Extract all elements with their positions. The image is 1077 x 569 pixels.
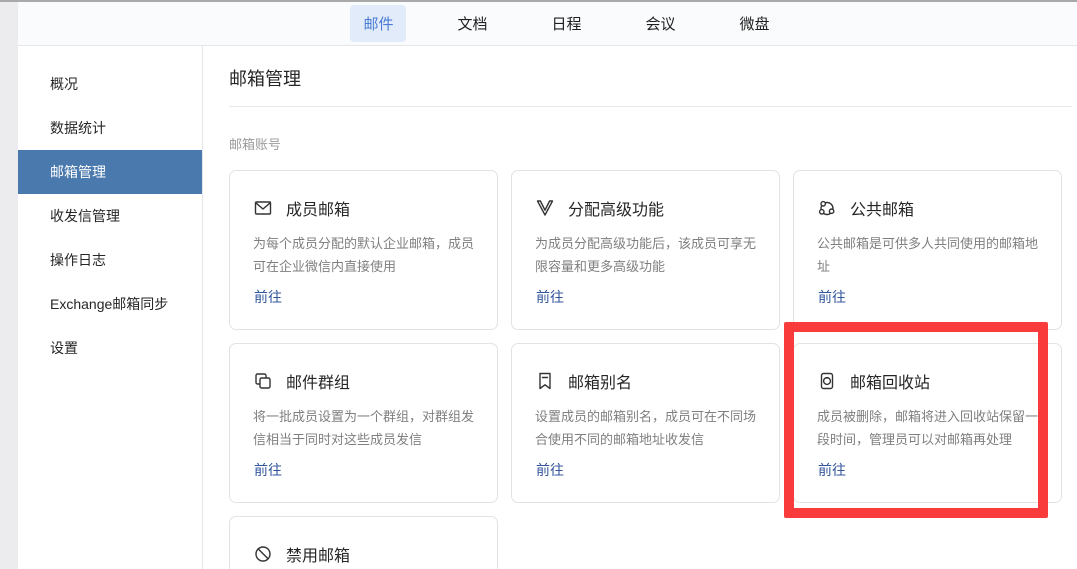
goto-link[interactable]: 前往 [254, 460, 282, 480]
top-navigation: 邮件 文档 日程 会议 微盘 [18, 2, 1077, 46]
card-description: 公共邮箱是可供多人共同使用的邮箱地址 [817, 233, 1038, 279]
sidebar: 概况 数据统计 邮箱管理 收发信管理 操作日志 Exchange邮箱同步 设置 [18, 46, 203, 569]
tab-meeting[interactable]: 会议 [633, 5, 689, 42]
card-description: 将一批成员设置为一个群组，对群组发信相当于同时对这些成员发信 [253, 406, 474, 452]
card-description: 设置成员的邮箱别名，成员可在不同场合使用不同的邮箱地址收发信 [535, 406, 756, 452]
card-mailbox-alias: 邮箱别名 设置成员的邮箱别名，成员可在不同场合使用不同的邮箱地址收发信 前往 [511, 343, 780, 503]
vip-icon [535, 198, 555, 218]
sidebar-item-exchange-sync[interactable]: Exchange邮箱同步 [18, 282, 202, 326]
card-member-mailbox: 成员邮箱 为每个成员分配的默认企业邮箱，成员可在企业微信内直接使用 前往 [229, 170, 498, 330]
card-description: 成员被删除，邮箱将进入回收站保留一段时间，管理员可以对邮箱再处理 [817, 406, 1038, 452]
card-premium-features: 分配高级功能 为成员分配高级功能后，该成员可享无限容量和更多高级功能 前往 [511, 170, 780, 330]
card-public-mailbox: 公共邮箱 公共邮箱是可供多人共同使用的邮箱地址 前往 [793, 170, 1062, 330]
card-title: 禁用邮箱 [286, 542, 350, 566]
card-grid: 成员邮箱 为每个成员分配的默认企业邮箱，成员可在企业微信内直接使用 前往 分配高… [229, 170, 1072, 569]
share-circles-icon [817, 198, 837, 218]
card-mail-group: 邮件群组 将一批成员设置为一个群组，对群组发信相当于同时对这些成员发信 前往 [229, 343, 498, 503]
card-mailbox-recycle-bin: 邮箱回收站 成员被删除，邮箱将进入回收站保留一段时间，管理员可以对邮箱再处理 前… [793, 343, 1062, 503]
overlap-squares-icon [253, 371, 273, 391]
card-title: 公共邮箱 [850, 196, 914, 220]
ban-icon [253, 544, 273, 564]
sidebar-item-statistics[interactable]: 数据统计 [18, 106, 202, 150]
recycle-bin-icon [817, 371, 837, 391]
card-title: 分配高级功能 [568, 196, 664, 220]
goto-link[interactable]: 前往 [818, 460, 846, 480]
card-title: 邮箱别名 [568, 369, 632, 393]
goto-link[interactable]: 前往 [536, 287, 564, 307]
left-gutter [0, 2, 18, 569]
tab-schedule[interactable]: 日程 [538, 5, 594, 42]
card-description: 为每个成员分配的默认企业邮箱，成员可在企业微信内直接使用 [253, 233, 474, 279]
sidebar-item-settings[interactable]: 设置 [18, 326, 202, 370]
main-content: 邮箱管理 邮箱账号 成员邮箱 为每个成员分配的默认企业邮箱，成员可在企业微信内直… [204, 46, 1077, 569]
card-title: 邮件群组 [286, 369, 350, 393]
window-top-edge [0, 0, 1077, 2]
section-label-mail-accounts: 邮箱账号 [229, 137, 1072, 153]
card-disabled-mailbox: 禁用邮箱 [229, 516, 498, 569]
tab-mail[interactable]: 邮件 [350, 5, 406, 42]
page-title: 邮箱管理 [229, 66, 1072, 92]
sidebar-item-overview[interactable]: 概况 [18, 62, 202, 106]
sidebar-item-operation-log[interactable]: 操作日志 [18, 238, 202, 282]
tab-docs[interactable]: 文档 [444, 5, 500, 42]
tab-drive[interactable]: 微盘 [727, 5, 783, 42]
sidebar-item-mailbox-management[interactable]: 邮箱管理 [18, 150, 202, 194]
bookmark-icon [535, 371, 555, 391]
card-title: 成员邮箱 [286, 196, 350, 220]
goto-link[interactable]: 前往 [254, 287, 282, 307]
goto-link[interactable]: 前往 [818, 287, 846, 307]
goto-link[interactable]: 前往 [536, 460, 564, 480]
card-title: 邮箱回收站 [850, 369, 930, 393]
envelope-icon [253, 198, 273, 218]
card-description: 为成员分配高级功能后，该成员可享无限容量和更多高级功能 [535, 233, 756, 279]
sidebar-item-send-receive-management[interactable]: 收发信管理 [18, 194, 202, 238]
divider [229, 106, 1072, 107]
